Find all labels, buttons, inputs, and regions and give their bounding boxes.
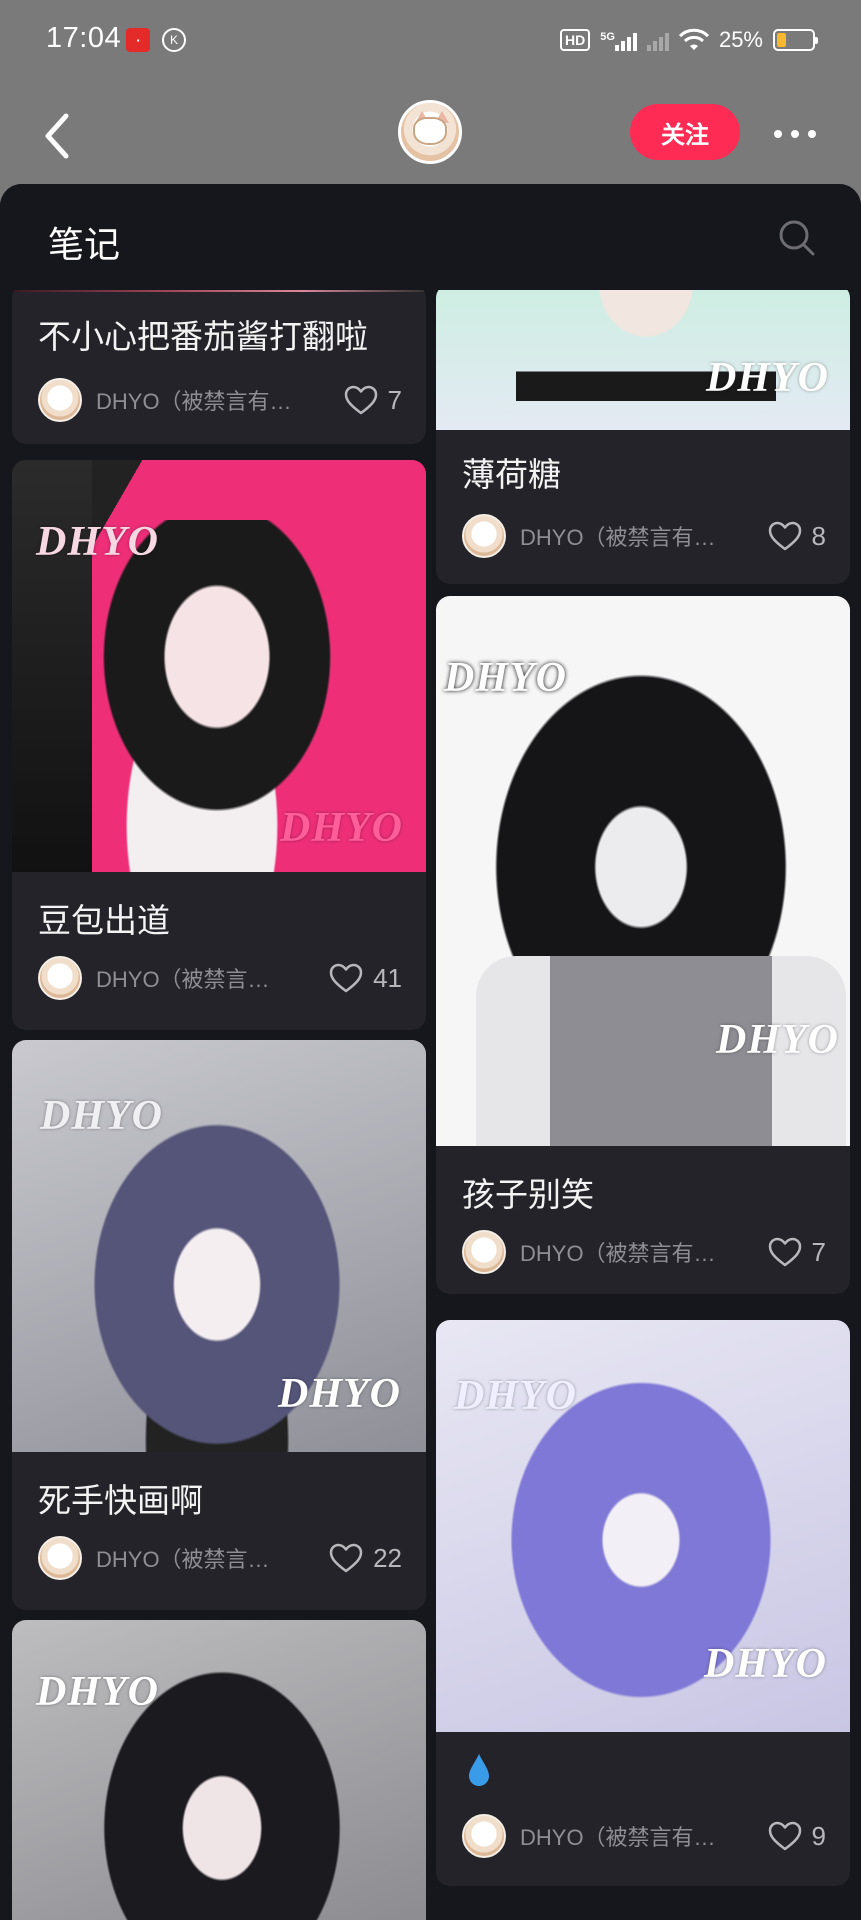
heart-icon (344, 385, 377, 415)
hd-badge: HD (560, 29, 591, 51)
note-title: 死手快画啊 (38, 1482, 203, 1519)
back-arrow-icon[interactable] (38, 108, 78, 164)
note-title: 不小心把番茄酱打翻啦 (38, 318, 368, 355)
note-card[interactable]: DHYO DHYO DHYO（被禁言有… 9 (436, 1320, 850, 1886)
note-meta: DHYO（被禁言有… 7 (38, 378, 402, 422)
note-title: 薄荷糖 (462, 456, 561, 493)
note-card[interactable]: DHYO (12, 1620, 426, 1920)
watermark: DHYO (454, 1373, 577, 1419)
watermark: DHYO (40, 1093, 163, 1139)
like-button[interactable]: 41 (329, 963, 402, 994)
battery-percent: 25% (718, 27, 763, 52)
like-count: 9 (811, 1820, 826, 1851)
heart-icon (329, 1543, 363, 1573)
heart-icon (768, 1821, 801, 1851)
profile-avatar[interactable] (398, 100, 462, 164)
signal-secondary-icon (646, 29, 669, 51)
watermark: DHYO (278, 1371, 401, 1417)
status-indicators: HD 5G 25% (560, 22, 818, 58)
search-icon[interactable] (777, 218, 817, 258)
note-meta: DHYO（被禁言有… 9 (462, 1814, 826, 1858)
note-image: DHYO DHYO (436, 1320, 850, 1732)
like-count: 41 (373, 962, 402, 993)
note-card[interactable]: DHYO DHYO 孩子别笑 DHYO（被禁言有… 7 (436, 596, 850, 1294)
wifi-icon (678, 28, 709, 50)
author-name: DHYO（被禁言… (96, 1547, 270, 1572)
note-card[interactable]: DHYO 薄荷糖 DHYO（被禁言有… 8 (436, 284, 850, 584)
note-meta: DHYO（被禁言有… 7 (462, 1230, 826, 1274)
author-avatar (38, 956, 82, 1000)
watermark: DHYO (36, 519, 159, 565)
note-image: DHYO DHYO (436, 596, 850, 1146)
like-count: 22 (373, 1542, 402, 1573)
note-meta: DHYO（被禁言有… 8 (462, 514, 826, 558)
more-options-icon[interactable] (774, 130, 816, 138)
heart-icon (329, 963, 363, 993)
battery-fill (777, 33, 786, 47)
notes-sheet: 笔记 不小心把番茄酱打翻啦 DHYO（被禁言有… 7 DHYO DHYO 豆包出… (0, 184, 861, 1920)
watermark: DHYO (704, 1641, 827, 1687)
author-name: DHYO（被禁言有… (520, 525, 716, 550)
sheet-title: 笔记 (48, 224, 121, 265)
like-button[interactable]: 7 (344, 385, 402, 416)
author-name: DHYO（被禁言有… (520, 1241, 716, 1266)
note-meta: DHYO（被禁言… 22 (38, 1536, 402, 1580)
watermark: DHYO (706, 355, 829, 401)
like-button[interactable]: 9 (768, 1821, 826, 1852)
author-avatar (462, 1230, 506, 1274)
author-avatar (462, 514, 506, 558)
heart-icon (768, 521, 801, 551)
author-name: DHYO（被禁言… (96, 967, 270, 992)
profile-header: 关注 (0, 90, 861, 180)
status-time: 17:04 (46, 22, 122, 54)
note-image: DHYO DHYO (12, 460, 426, 872)
like-count: 8 (811, 520, 826, 551)
sheet-header: 笔记 (0, 184, 861, 290)
heart-icon (768, 1237, 801, 1267)
note-card[interactable]: DHYO DHYO 死手快画啊 DHYO（被禁言… 22 (12, 1040, 426, 1610)
note-title: 豆包出道 (38, 902, 170, 939)
like-button[interactable]: 7 (768, 1237, 826, 1268)
follow-button[interactable]: 关注 (630, 104, 740, 160)
note-image: DHYO (436, 284, 850, 430)
status-bar: 17:04 ▪ K HD 5G 25% (0, 0, 861, 80)
watermark: DHYO (444, 655, 567, 701)
notification-app-icon: ▪ (126, 28, 150, 52)
author-name: DHYO（被禁言有… (96, 389, 292, 414)
watermark: DHYO (716, 1017, 839, 1063)
note-image: DHYO DHYO (12, 1040, 426, 1452)
note-image: DHYO (12, 1620, 426, 1920)
water-drop-icon (469, 1754, 489, 1786)
like-button[interactable]: 22 (329, 1543, 402, 1574)
note-card[interactable]: DHYO DHYO 豆包出道 DHYO（被禁言… 41 (12, 460, 426, 1030)
network-type-label: 5G (600, 31, 615, 43)
k-badge-icon: K (162, 28, 186, 52)
signal-5g-icon: 5G (600, 29, 637, 51)
author-avatar (462, 1814, 506, 1858)
watermark: DHYO (280, 805, 403, 851)
note-title: 孩子别笑 (462, 1176, 594, 1213)
like-button[interactable]: 8 (768, 521, 826, 552)
author-avatar (38, 378, 82, 422)
author-avatar (38, 1536, 82, 1580)
note-meta: DHYO（被禁言… 41 (38, 956, 402, 1000)
like-count: 7 (811, 1236, 826, 1267)
watermark: DHYO (36, 1669, 159, 1715)
note-card[interactable]: 不小心把番茄酱打翻啦 DHYO（被禁言有… 7 (12, 284, 426, 444)
battery-icon (773, 29, 818, 51)
like-count: 7 (387, 384, 402, 415)
author-name: DHYO（被禁言有… (520, 1825, 716, 1850)
